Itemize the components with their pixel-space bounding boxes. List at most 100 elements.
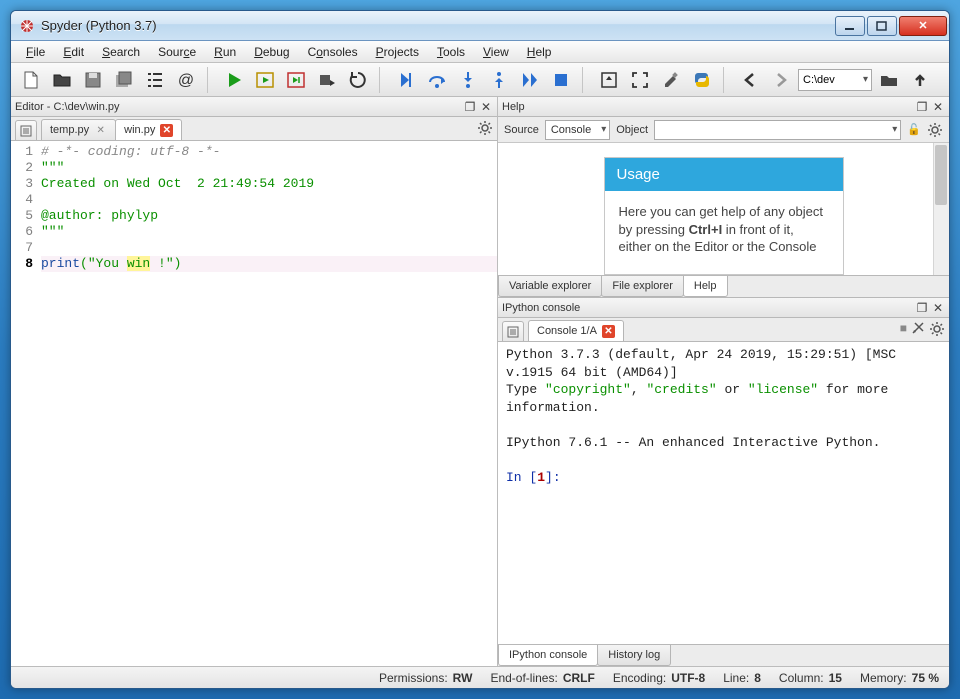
tab-variable-explorer[interactable]: Variable explorer bbox=[498, 276, 602, 297]
menu-help[interactable]: Help bbox=[520, 43, 559, 61]
undock-icon[interactable]: ❐ bbox=[915, 301, 929, 315]
workdir-value: C:\dev bbox=[803, 74, 835, 86]
step-over-icon[interactable] bbox=[423, 67, 451, 93]
stop-console-icon[interactable]: ■ bbox=[900, 321, 907, 338]
code-line: """ bbox=[41, 160, 64, 175]
maximize-pane-icon[interactable] bbox=[595, 67, 623, 93]
tab-label: Console 1/A bbox=[537, 325, 597, 337]
editor-pane-title: Editor - C:\dev\win.py bbox=[15, 101, 120, 113]
forward-icon[interactable] bbox=[767, 67, 795, 93]
close-pane-icon[interactable]: ✕ bbox=[479, 100, 493, 114]
tab-history-log[interactable]: History log bbox=[597, 645, 671, 666]
tab-close-icon[interactable]: ✕ bbox=[94, 124, 107, 137]
tab-close-icon[interactable]: ✕ bbox=[602, 325, 615, 338]
code-line: @author: phylyp bbox=[41, 208, 158, 223]
editor-tab-row: temp.py ✕ win.py ✕ bbox=[11, 117, 497, 141]
browse-dir-icon[interactable] bbox=[875, 67, 903, 93]
menu-search[interactable]: Search bbox=[95, 43, 147, 61]
python-path-icon[interactable] bbox=[688, 67, 716, 93]
tab-win-py[interactable]: win.py ✕ bbox=[115, 119, 182, 140]
fullscreen-icon[interactable] bbox=[626, 67, 654, 93]
usage-title: Usage bbox=[605, 158, 843, 191]
editor-options-icon[interactable] bbox=[477, 120, 493, 136]
spyder-app-icon bbox=[19, 18, 35, 34]
maximize-button[interactable] bbox=[867, 16, 897, 36]
minimize-button[interactable] bbox=[835, 16, 865, 36]
menu-tools[interactable]: Tools bbox=[430, 43, 472, 61]
tab-ipython-console[interactable]: IPython console bbox=[498, 645, 598, 666]
editor-body[interactable]: # -*- coding: utf-8 -*- """ Created on W… bbox=[39, 141, 497, 666]
close-pane-icon[interactable]: ✕ bbox=[931, 301, 945, 315]
usage-card: Usage Here you can get help of any objec… bbox=[604, 157, 844, 275]
tab-label: win.py bbox=[124, 124, 155, 136]
menu-projects[interactable]: Projects bbox=[369, 43, 426, 61]
rerun-icon[interactable] bbox=[344, 67, 372, 93]
tab-list-icon[interactable] bbox=[502, 321, 524, 341]
undock-icon[interactable]: ❐ bbox=[463, 100, 477, 114]
open-file-icon[interactable] bbox=[48, 67, 76, 93]
ipython-pane-header: IPython console ❐ ✕ bbox=[498, 298, 949, 318]
clear-console-icon[interactable] bbox=[911, 321, 925, 338]
save-icon[interactable] bbox=[79, 67, 107, 93]
console-output[interactable]: Python 3.7.3 (default, Apr 24 2019, 15:2… bbox=[498, 342, 949, 644]
help-source-combo[interactable]: Console bbox=[545, 120, 610, 140]
toolbar-separator bbox=[207, 67, 213, 93]
app-window: Spyder (Python 3.7) ✕ File Edit Search S… bbox=[10, 10, 950, 689]
tab-temp-py[interactable]: temp.py ✕ bbox=[41, 119, 116, 140]
run-selection-icon[interactable] bbox=[313, 67, 341, 93]
at-icon[interactable]: @ bbox=[172, 67, 200, 93]
help-scrollbar[interactable] bbox=[933, 143, 949, 275]
status-line: Line: 8 bbox=[723, 671, 761, 685]
tab-help[interactable]: Help bbox=[683, 276, 728, 297]
menu-debug[interactable]: Debug bbox=[247, 43, 296, 61]
continue-icon[interactable] bbox=[516, 67, 544, 93]
code-editor[interactable]: 12345678 # -*- coding: utf-8 -*- """ Cre… bbox=[11, 141, 497, 666]
close-button[interactable]: ✕ bbox=[899, 16, 947, 36]
tab-file-explorer[interactable]: File explorer bbox=[601, 276, 684, 297]
tab-label: temp.py bbox=[50, 124, 89, 136]
help-pane: Help ❐ ✕ Source Console Object 🔓 Usage bbox=[498, 97, 949, 297]
undock-icon[interactable]: ❐ bbox=[915, 100, 929, 114]
close-pane-icon[interactable]: ✕ bbox=[931, 100, 945, 114]
help-options-icon[interactable] bbox=[927, 122, 943, 138]
status-eol: End-of-lines: CRLF bbox=[490, 671, 594, 685]
ipython-pane: IPython console ❐ ✕ Console 1/A ✕ ■ bbox=[498, 297, 949, 666]
code-line: # -*- coding: utf-8 -*- bbox=[41, 144, 220, 159]
window-buttons: ✕ bbox=[835, 16, 947, 36]
console-options-icon[interactable] bbox=[929, 321, 945, 337]
menu-consoles[interactable]: Consoles bbox=[301, 43, 365, 61]
tab-close-icon[interactable]: ✕ bbox=[160, 124, 173, 137]
stop-debug-icon[interactable] bbox=[547, 67, 575, 93]
workdir-combo[interactable]: C:\dev bbox=[798, 69, 872, 91]
lock-icon[interactable]: 🔓 bbox=[907, 123, 921, 136]
code-current-line: print("You win !") bbox=[41, 256, 497, 272]
save-all-icon[interactable] bbox=[110, 67, 138, 93]
tab-console-1a[interactable]: Console 1/A ✕ bbox=[528, 320, 624, 341]
menu-source[interactable]: Source bbox=[151, 43, 203, 61]
back-icon[interactable] bbox=[736, 67, 764, 93]
ipython-tab-row: Console 1/A ✕ ■ bbox=[498, 318, 949, 342]
run-cell-advance-icon[interactable] bbox=[282, 67, 310, 93]
step-out-icon[interactable] bbox=[485, 67, 513, 93]
main-toolbar: @ C:\dev bbox=[11, 63, 949, 97]
title-bar: Spyder (Python 3.7) ✕ bbox=[11, 11, 949, 41]
status-column: Column: 15 bbox=[779, 671, 842, 685]
menu-bar: File Edit Search Source Run Debug Consol… bbox=[11, 41, 949, 63]
step-into-icon[interactable] bbox=[454, 67, 482, 93]
parent-dir-icon[interactable] bbox=[906, 67, 934, 93]
preferences-icon[interactable] bbox=[657, 67, 685, 93]
run-icon[interactable] bbox=[220, 67, 248, 93]
menu-run[interactable]: Run bbox=[207, 43, 243, 61]
menu-edit[interactable]: Edit bbox=[56, 43, 91, 61]
run-cell-icon[interactable] bbox=[251, 67, 279, 93]
tab-list-icon[interactable] bbox=[15, 120, 37, 140]
menu-file[interactable]: File bbox=[19, 43, 52, 61]
new-file-icon[interactable] bbox=[17, 67, 45, 93]
editor-column: Editor - C:\dev\win.py ❐ ✕ temp.py ✕ win… bbox=[11, 97, 498, 666]
outline-icon[interactable] bbox=[141, 67, 169, 93]
debug-icon[interactable] bbox=[392, 67, 420, 93]
help-object-input[interactable] bbox=[654, 120, 901, 140]
menu-view[interactable]: View bbox=[476, 43, 516, 61]
usage-text: Here you can get help of any object by p… bbox=[605, 191, 843, 268]
code-line bbox=[41, 240, 497, 256]
